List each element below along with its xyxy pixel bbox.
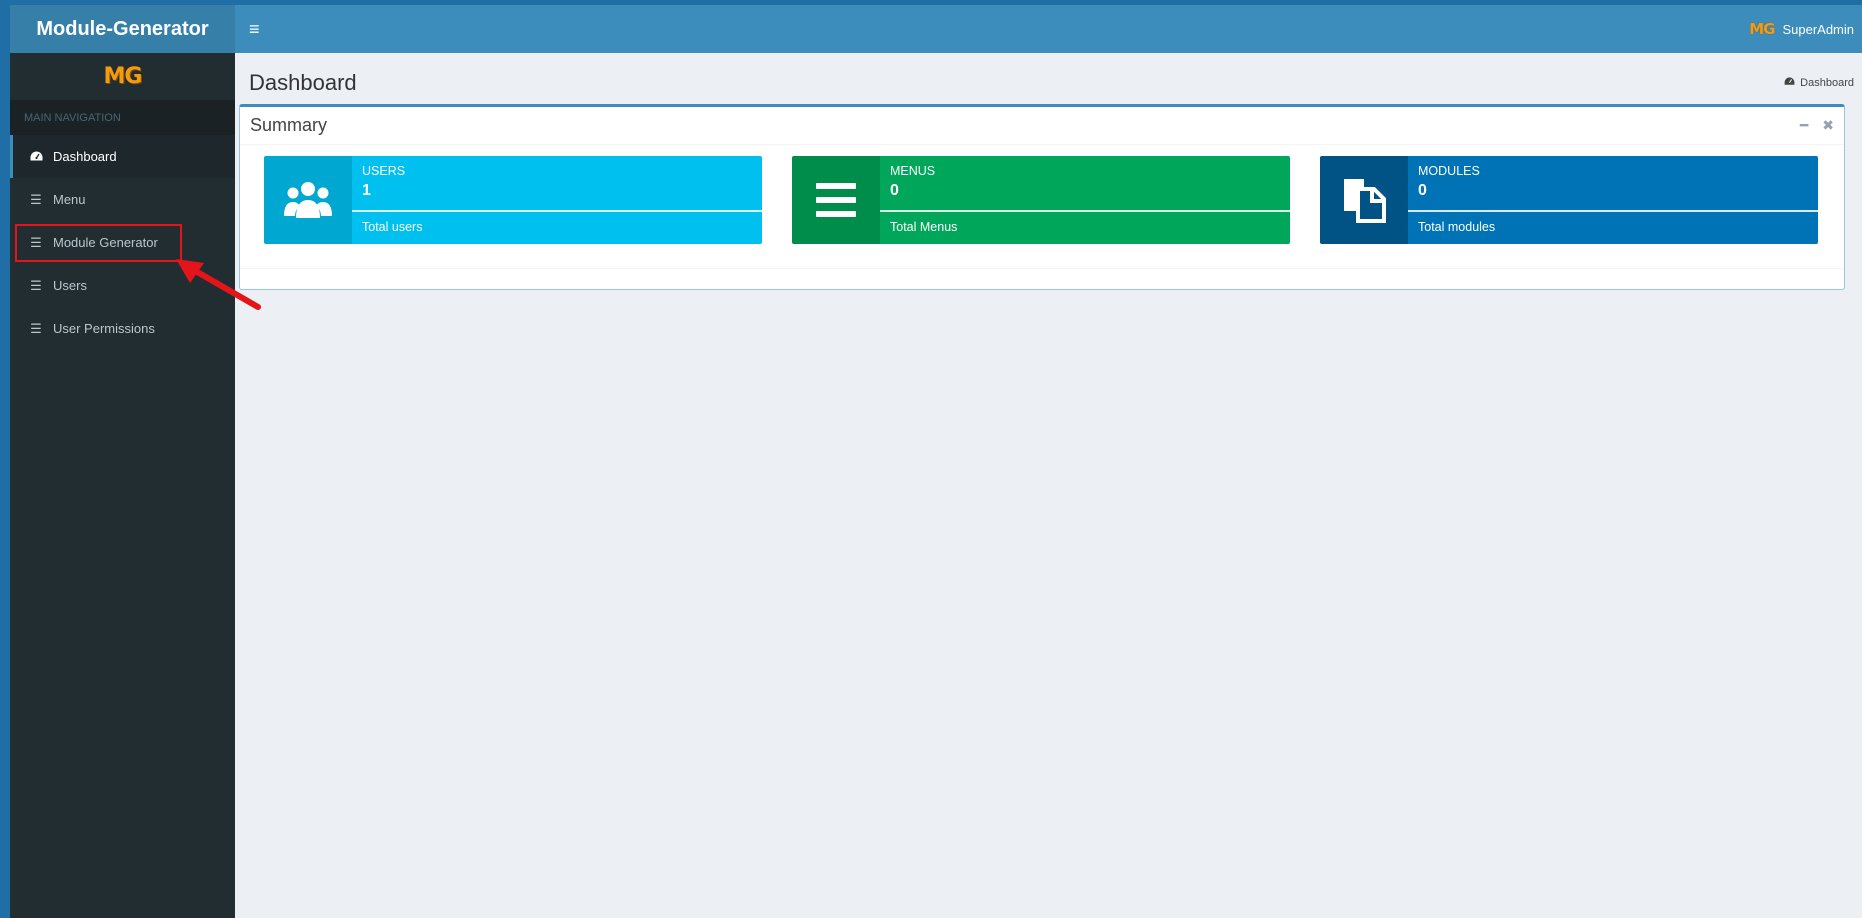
page-title: Dashboard [249, 70, 357, 95]
summary-box-header: Summary ━ ✖ [240, 107, 1844, 145]
brand-logo: MG [103, 64, 143, 89]
list-icon: ☰ [30, 191, 42, 207]
info-box-label: USERS [362, 164, 406, 178]
info-box-label: MODULES [1418, 164, 1480, 178]
files-icon [1320, 156, 1408, 244]
sidebar-item-label: User Permissions [53, 321, 155, 336]
info-box-menus[interactable]: MENUS 0 Total Menus [792, 156, 1290, 244]
list-icon: ☰ [30, 277, 42, 293]
summary-title: Summary [250, 115, 328, 135]
annotation-arrow-icon [176, 259, 261, 310]
info-box-description: Total Menus [890, 220, 958, 234]
info-box-label: MENUS [890, 164, 936, 178]
sidebar-item-dashboard[interactable]: Dashboard [10, 135, 235, 178]
info-box-content: MENUS 0 Total Menus [880, 156, 1290, 244]
breadcrumb[interactable]: Dashboard [1784, 77, 1854, 89]
users-icon [264, 156, 352, 244]
sidebar-item-label: Menu [53, 192, 86, 207]
progress-bar [880, 210, 1290, 212]
info-box-number: 0 [1418, 182, 1427, 199]
info-box-modules[interactable]: MODULES 0 Total modules [1320, 156, 1818, 244]
sidebar-item-label: Users [53, 278, 87, 293]
progress-bar [1408, 210, 1818, 212]
info-box-description: Total users [362, 220, 423, 234]
list-icon: ☰ [30, 320, 42, 336]
dashboard-icon [29, 151, 43, 162]
app-logo[interactable]: Module-Generator [10, 5, 235, 53]
info-box-number: 0 [890, 182, 899, 199]
user-name: SuperAdmin [1782, 21, 1854, 37]
close-icon[interactable]: ✖ [1822, 117, 1834, 134]
top-navbar: ≡ MG SuperAdmin [235, 5, 1862, 53]
sidebar-item-label: Module Generator [53, 235, 158, 250]
list-icon: ☰ [30, 234, 42, 250]
user-menu[interactable]: MG SuperAdmin [1749, 20, 1854, 38]
nav-header: MAIN NAVIGATION [10, 100, 235, 135]
info-box-content: USERS 1 Total users [352, 156, 762, 244]
info-box-description: Total modules [1418, 220, 1496, 234]
app-title: Module-Generator [36, 17, 209, 40]
sidebar: MG MAIN NAVIGATION Dashboard ☰ Menu ☰ Mo… [10, 53, 235, 918]
sidebar-item-menu[interactable]: ☰ Menu [10, 178, 235, 221]
progress-bar [352, 210, 762, 212]
user-avatar: MG [1749, 20, 1775, 38]
box-tools: ━ ✖ [1800, 117, 1834, 134]
breadcrumb-item: Dashboard [1800, 77, 1854, 89]
summary-box: Summary ━ ✖ USERS 1 Total users MENUS 0 … [239, 104, 1845, 290]
sidebar-brand: MG [10, 53, 235, 100]
dashboard-icon [1784, 77, 1795, 89]
summary-box-body: USERS 1 Total users MENUS 0 Total Menus [240, 145, 1844, 269]
menu-lines-icon [792, 156, 880, 244]
sidebar-item-label: Dashboard [53, 149, 117, 164]
info-box-content: MODULES 0 Total modules [1408, 156, 1818, 244]
info-box-number: 1 [362, 182, 371, 199]
info-box-users[interactable]: USERS 1 Total users [264, 156, 762, 244]
hamburger-icon[interactable]: ≡ [249, 19, 269, 40]
collapse-icon[interactable]: ━ [1800, 117, 1808, 134]
